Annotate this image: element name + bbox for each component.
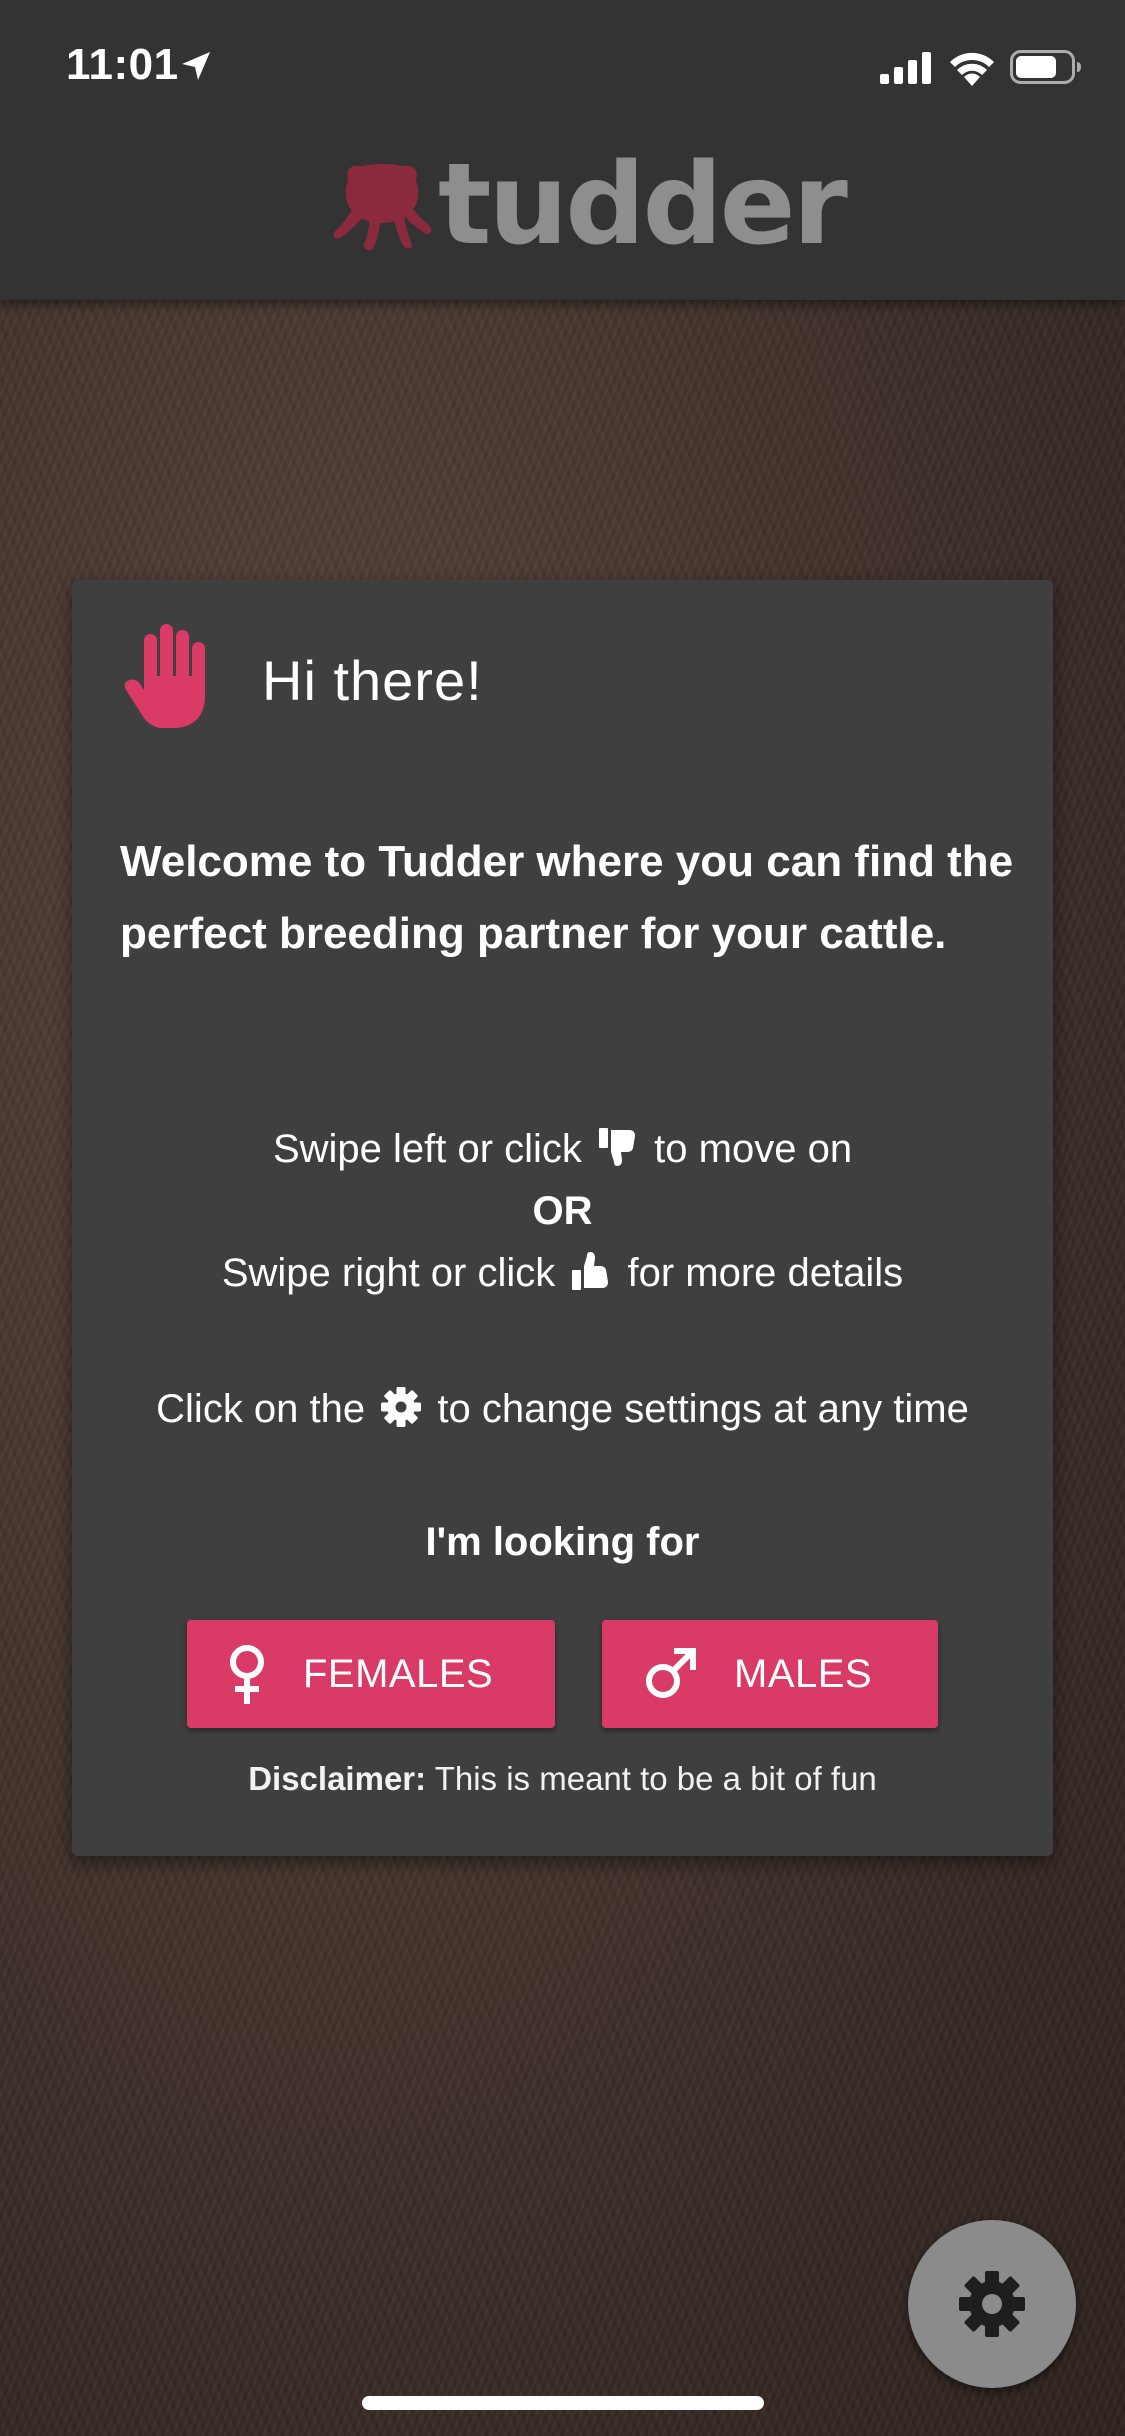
battery-icon: [1010, 50, 1082, 89]
settings-instruction: Click on the to change settings at any t…: [72, 1384, 1053, 1434]
home-indicator[interactable]: [362, 2396, 764, 2410]
status-time: 11:01: [66, 40, 179, 89]
swipe-right-prefix: Swipe right or click: [221, 1251, 556, 1295]
disclaimer-text: This is meant to be a bit of fun: [426, 1760, 877, 1797]
udder-icon: [332, 160, 432, 261]
or-text: OR: [532, 1189, 593, 1233]
females-button[interactable]: FEMALES: [187, 1620, 555, 1728]
thumbs-up-icon[interactable]: [570, 1250, 612, 1292]
swipe-right-suffix: for more details: [627, 1251, 904, 1295]
location-arrow-icon: [180, 50, 212, 87]
males-button[interactable]: MALES: [602, 1620, 938, 1728]
disclaimer: Disclaimer: This is meant to be a bit of…: [72, 1760, 1053, 1798]
female-icon: [230, 1645, 264, 1704]
welcome-text: Welcome to Tudder where you can find the…: [120, 837, 1014, 958]
status-bar: 11:01: [0, 0, 1125, 140]
swipe-right-instruction: Swipe right or click for more details: [72, 1248, 1053, 1298]
swipe-left-prefix: Swipe left or click: [272, 1127, 582, 1171]
swipe-left-instruction: Swipe left or click to move on: [72, 1124, 1053, 1174]
app-logo: tudder: [332, 140, 848, 270]
card-title: Hi there!: [262, 649, 483, 712]
wifi-icon: [948, 50, 996, 91]
disclaimer-label: Disclaimer:: [248, 1760, 427, 1797]
settings-button[interactable]: [908, 2220, 1076, 2388]
swipe-left-suffix: to move on: [654, 1127, 853, 1171]
settings-prefix: Click on the: [156, 1387, 366, 1431]
gear-icon: [959, 2271, 1025, 2337]
app-header: 11:01 tudder: [0, 0, 1125, 300]
gear-icon: [381, 1387, 422, 1427]
settings-suffix: to change settings at any time: [437, 1387, 969, 1431]
thumbs-down-icon[interactable]: [597, 1126, 639, 1168]
looking-for-label: I'm looking for: [425, 1520, 700, 1564]
males-label: MALES: [734, 1651, 873, 1696]
hand-icon: [120, 620, 216, 737]
signal-icon: [880, 52, 934, 89]
welcome-card: Hi there! Welcome to Tudder where you ca…: [72, 580, 1053, 1856]
male-icon: [646, 1648, 696, 1698]
logo-text: tudder: [438, 140, 848, 270]
females-label: FEMALES: [303, 1651, 494, 1696]
